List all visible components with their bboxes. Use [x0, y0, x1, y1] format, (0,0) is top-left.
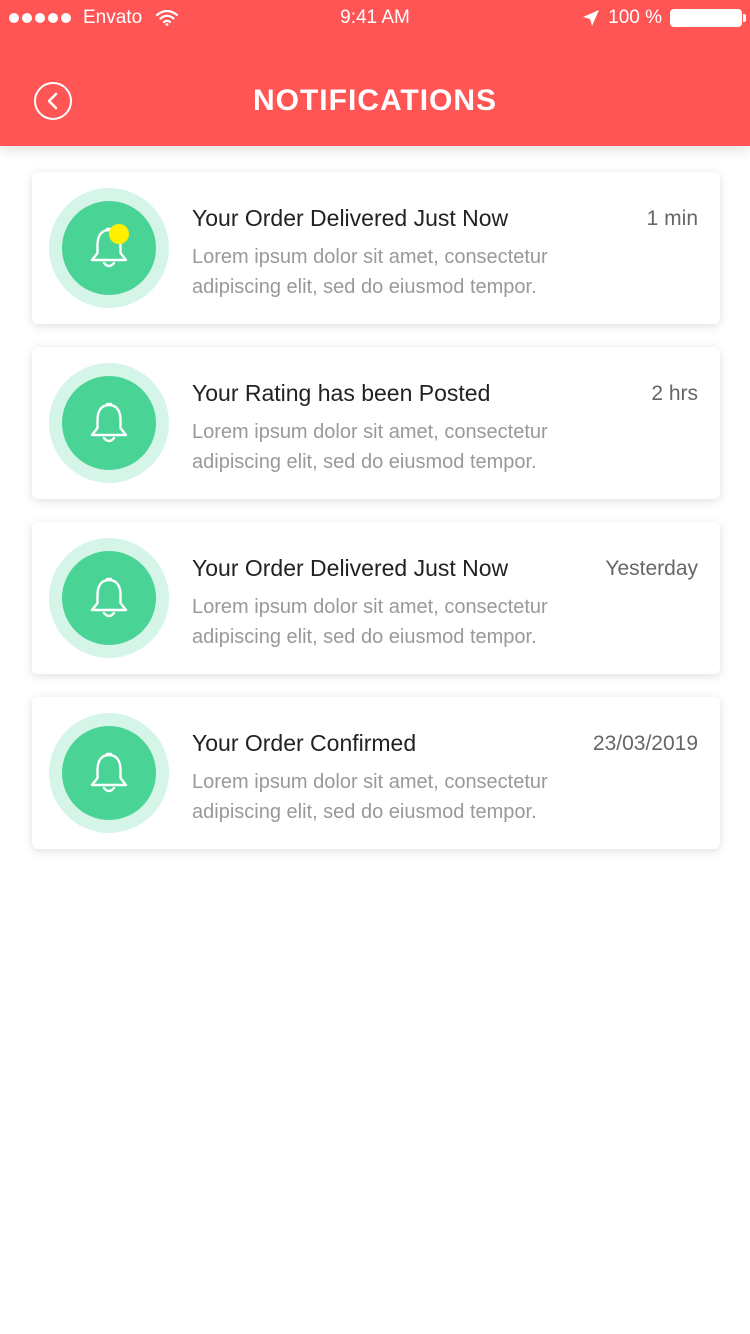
notification-card[interactable]: Your Order Confirmed 23/03/2019 Lorem ip…	[32, 697, 720, 849]
notification-card[interactable]: Your Order Delivered Just Now Yesterday …	[32, 522, 720, 674]
notification-icon-circle	[62, 376, 156, 470]
notification-title: Your Order Confirmed	[192, 730, 417, 756]
notification-title: Your Rating has been Posted	[192, 380, 491, 406]
notification-time: 23/03/2019	[592, 732, 698, 755]
notification-card[interactable]: Your Rating has been Posted 2 hrs Lorem …	[32, 347, 720, 499]
location-arrow-icon	[583, 10, 600, 26]
battery-icon	[670, 9, 746, 27]
notification-time: 2 hrs	[651, 382, 698, 405]
notification-body: Lorem ipsum dolor sit amet, consectetur …	[192, 771, 548, 823]
battery-percent: 100 %	[608, 7, 662, 28]
bell-icon	[90, 752, 128, 793]
notification-body: Lorem ipsum dolor sit amet, consectetur …	[192, 246, 548, 298]
notification-body: Lorem ipsum dolor sit amet, consectetur …	[192, 596, 548, 648]
bell-icon	[90, 402, 128, 443]
status-bar: Envato 9:41 AM 100 %	[0, 0, 750, 36]
notification-list: Your Order Delivered Just Now 1 min Lore…	[32, 172, 720, 872]
notification-icon-ring	[49, 538, 169, 658]
notification-title: Your Order Delivered Just Now	[192, 555, 509, 581]
bell-icon	[90, 577, 128, 618]
status-right: 100 %	[582, 7, 746, 29]
unread-badge	[109, 224, 129, 244]
notification-icon-ring	[49, 363, 169, 483]
notification-card[interactable]: Your Order Delivered Just Now 1 min Lore…	[32, 172, 720, 324]
notification-icon-ring	[49, 713, 169, 833]
notification-body: Lorem ipsum dolor sit amet, consectetur …	[192, 421, 548, 473]
page-title: NOTIFICATIONS	[252, 84, 498, 117]
notification-time: 1 min	[646, 207, 698, 230]
app-header: Envato 9:41 AM 100 % NOTIFICATIONS	[0, 0, 750, 146]
notification-icon-ring	[49, 188, 169, 308]
notification-title: Your Order Delivered Just Now	[192, 205, 509, 231]
notification-icon-circle	[62, 201, 156, 295]
notification-icon-circle	[62, 551, 156, 645]
notification-icon-circle	[62, 726, 156, 820]
notification-time: Yesterday	[605, 557, 698, 580]
